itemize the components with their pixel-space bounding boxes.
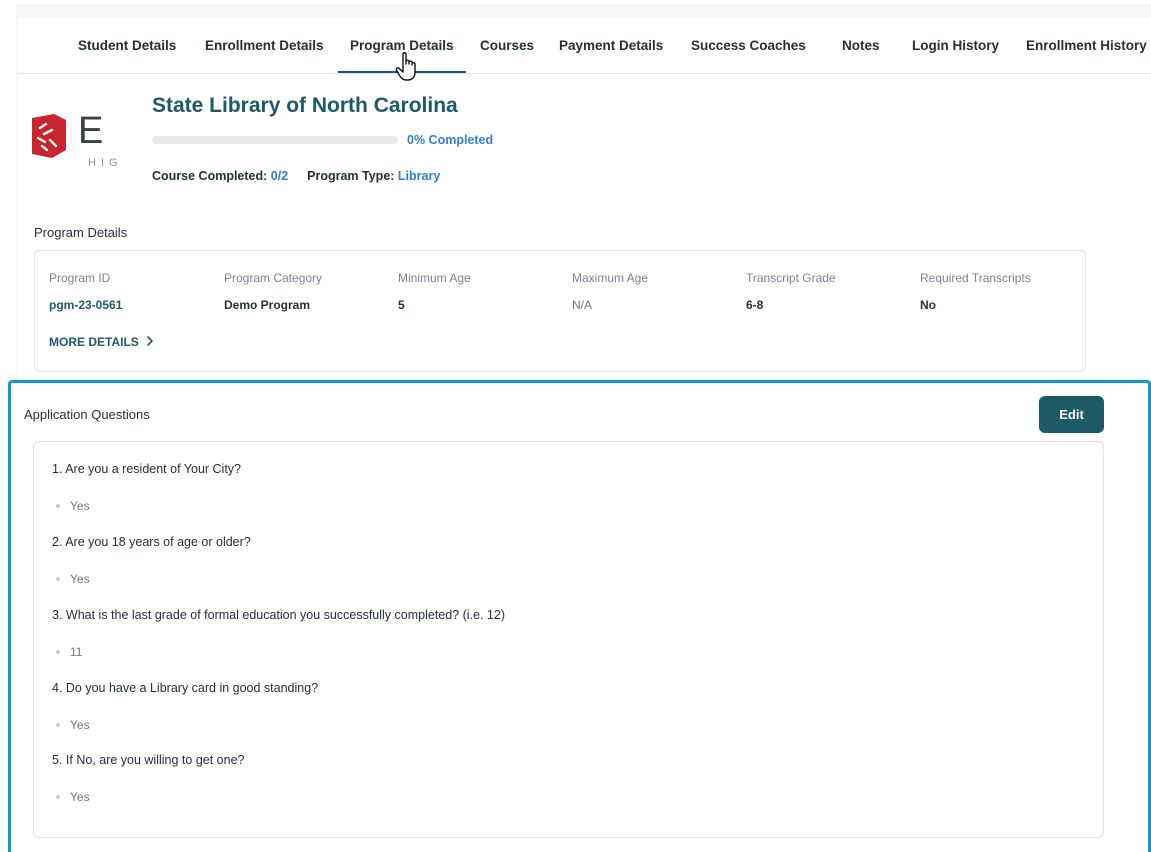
logo-letter: E [78, 114, 106, 152]
answer-text: 11 [70, 645, 83, 659]
answer-2: Yes [52, 572, 90, 586]
tab-payment-details[interactable]: Payment Details [559, 38, 663, 53]
tab-student-details[interactable]: Student Details [78, 38, 176, 53]
answer-5: Yes [52, 790, 90, 804]
detail-value: 5 [398, 298, 405, 312]
detail-value: Demo Program [224, 298, 311, 312]
question-4: 4. Do you have a Library card in good st… [52, 681, 319, 695]
answer-text: Yes [70, 718, 90, 732]
detail-header: Program ID [49, 271, 111, 285]
answer-text: Yes [70, 499, 90, 513]
program-details-heading: Program Details [34, 225, 128, 240]
logo-subtext: HIG [88, 157, 123, 169]
tab-login-history[interactable]: Login History [912, 38, 999, 53]
detail-program-category: Program Category Demo Program [224, 271, 322, 312]
program-type-label: Program Type: [307, 169, 395, 183]
detail-value: No [920, 298, 936, 312]
answer-text: Yes [70, 572, 90, 586]
institution-logo: E HIG [32, 114, 142, 184]
detail-header: Minimum Age [398, 271, 471, 285]
detail-value: 6-8 [746, 298, 764, 312]
program-meta: Course Completed: 0/2 Program Type: Libr… [152, 169, 440, 183]
bullet-icon [56, 576, 60, 581]
tab-bar: Student Details Enrollment Details Progr… [18, 18, 1151, 74]
tab-enrollment-history[interactable]: Enrollment History [1026, 38, 1147, 53]
detail-program-id: Program ID pgm-23-0561 [49, 271, 122, 312]
question-3: 3. What is the last grade of formal educ… [52, 608, 506, 622]
detail-transcript-grade: Transcript Grade 6-8 [746, 271, 836, 312]
progress-bar [152, 136, 398, 144]
bullet-icon [56, 503, 60, 508]
edit-button[interactable]: Edit [1039, 396, 1104, 433]
progress-label: 0% Completed [407, 133, 494, 147]
detail-required-transcripts: Required Transcripts No [920, 271, 1031, 312]
answer-1: Yes [52, 499, 90, 513]
course-completed-label: Course Completed: [152, 169, 268, 183]
application-questions-heading: Application Questions [24, 407, 150, 422]
detail-value: N/A [572, 298, 593, 312]
tab-success-coaches[interactable]: Success Coaches [691, 38, 806, 53]
tab-notes[interactable]: Notes [842, 38, 880, 53]
program-title: State Library of North Carolina [152, 94, 458, 117]
bullet-icon [56, 794, 60, 799]
bullet-icon [56, 722, 60, 727]
detail-maximum-age: Maximum Age N/A [572, 271, 648, 312]
course-completed-value[interactable]: 0/2 [271, 169, 288, 183]
detail-value: pgm-23-0561 [49, 298, 123, 312]
bullet-icon [56, 649, 60, 654]
tab-courses[interactable]: Courses [480, 38, 534, 53]
question-1: 1. Are you a resident of Your City? [52, 462, 242, 476]
tab-enrollment-details[interactable]: Enrollment Details [205, 38, 324, 53]
more-details-label: MORE DETAILS [49, 335, 139, 349]
detail-header: Required Transcripts [920, 271, 1031, 285]
logo-emblem-icon [32, 114, 66, 158]
application-questions-card: 1. Are you a resident of Your City? Yes … [33, 441, 1104, 838]
more-details-link[interactable]: MORE DETAILS [49, 335, 154, 349]
program-type-value[interactable]: Library [398, 169, 440, 183]
hand-cursor-icon [395, 52, 416, 81]
detail-header: Transcript Grade [746, 271, 836, 285]
question-2: 2. Are you 18 years of age or older? [52, 535, 251, 549]
detail-header: Maximum Age [572, 271, 649, 285]
detail-header: Program Category [224, 271, 323, 285]
answer-3: 11 [52, 645, 82, 659]
chevron-right-icon [147, 336, 153, 346]
detail-minimum-age: Minimum Age 5 [398, 271, 471, 312]
answer-text: Yes [70, 790, 90, 804]
question-5: 5. If No, are you willing to get one? [52, 753, 245, 767]
answer-4: Yes [52, 718, 90, 732]
program-details-card: Program ID pgm-23-0561 Program Category … [34, 250, 1086, 372]
